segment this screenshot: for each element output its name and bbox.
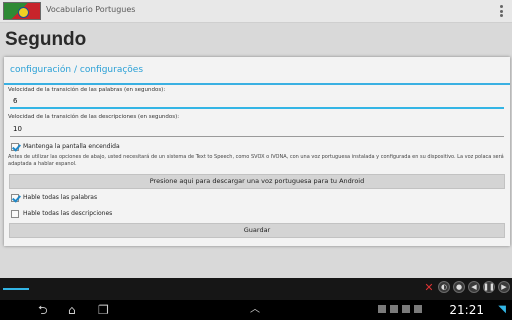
screen-on-label: Mantenga la pantalla encendida <box>23 143 120 150</box>
download-icon <box>414 305 422 313</box>
home-icon[interactable]: ⌂ <box>68 303 76 317</box>
keyboard-icon <box>378 305 386 313</box>
word-speed-input[interactable]: 6 <box>10 95 504 109</box>
word-speed-label: Velocidad de la transición de las palabr… <box>8 87 166 93</box>
usb-icon <box>390 305 398 313</box>
speak-descriptions-label: Hable todas las descripciones <box>23 210 113 217</box>
settings-dialog: configuración / configurações Velocidad … <box>4 57 510 246</box>
scroll-indicator <box>3 288 29 290</box>
download-voice-button[interactable]: Presione aqui para descargar una voz por… <box>9 174 505 189</box>
speak-words-label: Hable todas las palabras <box>23 194 98 201</box>
desc-speed-input[interactable]: 10 <box>10 123 504 137</box>
desc-speed-label: Velocidad de la transición de las descri… <box>8 114 180 120</box>
notification-strip: ✕ ◐ ● ◀ ❚❚ ▶ <box>0 278 512 300</box>
title-divider <box>4 83 510 85</box>
flag-emblem <box>18 7 29 18</box>
tools-icon[interactable]: ✕ <box>423 281 435 294</box>
app-title: Vocabulario Portugues <box>46 5 136 14</box>
back-icon[interactable]: ⮌ <box>38 303 48 317</box>
speak-words-checkbox[interactable] <box>11 194 19 202</box>
gallery-icon <box>402 305 410 313</box>
chevron-up-icon[interactable]: ︿ <box>250 303 260 317</box>
overflow-menu-icon[interactable] <box>500 5 504 17</box>
page-title: Segundo <box>5 29 87 50</box>
notification-tray[interactable] <box>378 305 422 313</box>
camera-icon[interactable]: ● <box>453 281 465 293</box>
desc-speed-value: 10 <box>13 125 22 133</box>
media-next-icon[interactable]: ▶ <box>498 281 510 293</box>
app-shortcut-icon[interactable]: ◐ <box>438 281 450 293</box>
media-prev-icon[interactable]: ◀ <box>468 281 480 293</box>
screen-on-checkbox[interactable] <box>11 143 19 151</box>
app-icon[interactable] <box>3 2 41 20</box>
save-button[interactable]: Guardar <box>9 223 505 238</box>
tts-notice: Antes de utilizar las opciones de abajo,… <box>8 154 504 167</box>
action-bar: Vocabulario Portugues <box>0 0 512 23</box>
wifi-icon: ◥ <box>498 304 506 315</box>
speak-descriptions-checkbox[interactable] <box>11 210 19 218</box>
word-speed-value: 6 <box>13 97 18 105</box>
media-pause-icon[interactable]: ❚❚ <box>483 281 495 293</box>
recent-apps-icon[interactable]: ❐ <box>98 303 109 317</box>
navigation-bar: ⮌ ⌂ ❐ ︿ 21:21 ◥ <box>0 300 512 320</box>
clock: 21:21 <box>449 303 484 317</box>
dialog-title: configuración / configurações <box>10 65 144 75</box>
